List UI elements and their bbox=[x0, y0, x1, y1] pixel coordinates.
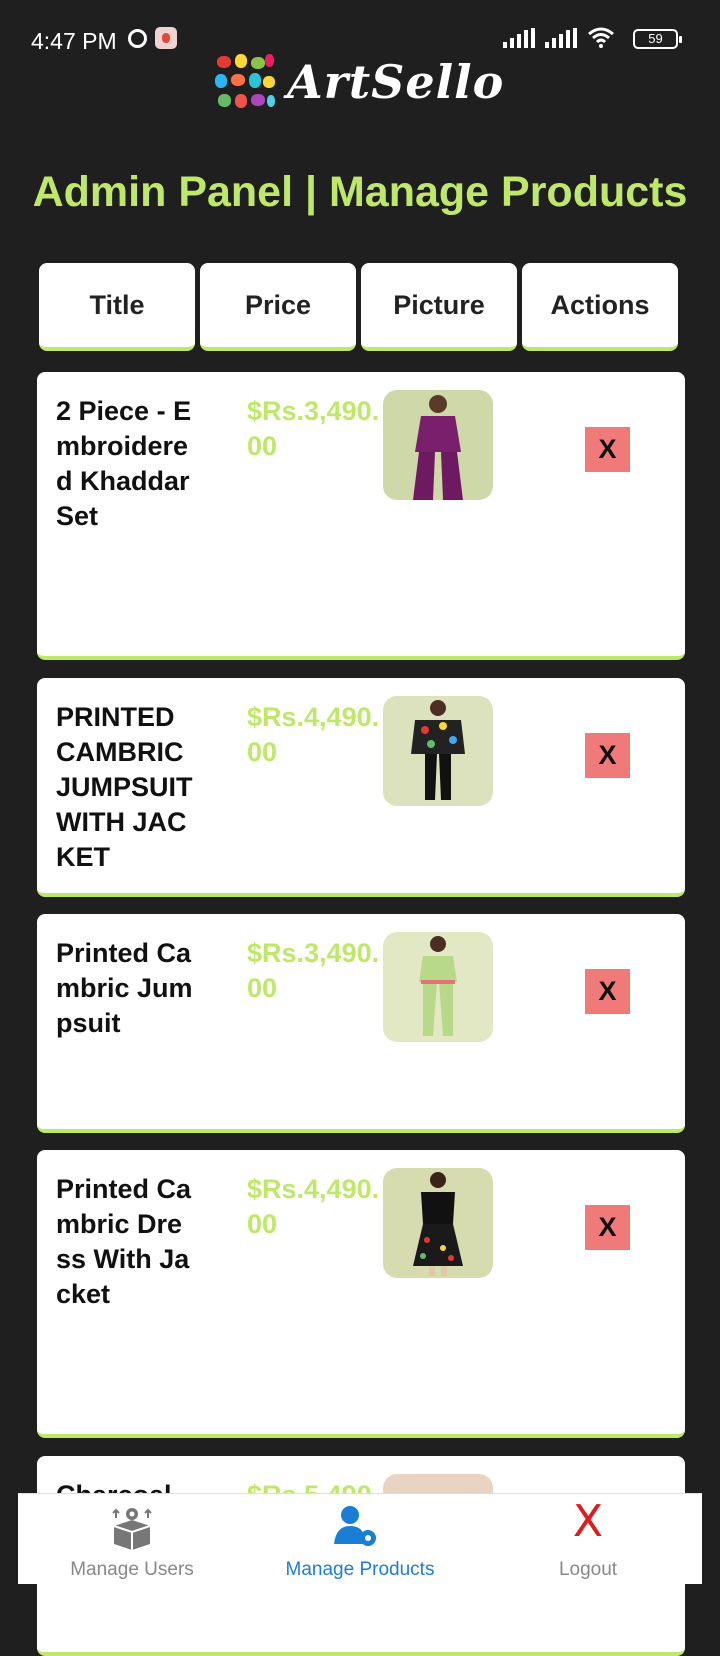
table-row: Printed Cambric Jumpsuit $Rs.3,490.00 X bbox=[37, 914, 685, 1133]
product-price: $Rs.3,490.00 bbox=[247, 396, 380, 461]
nav-label: Logout bbox=[558, 1559, 618, 1580]
app-notification-icon bbox=[155, 27, 177, 49]
product-title: PRINTED CAMBRIC JUMPSUIT WITH JACKET bbox=[56, 702, 193, 872]
status-time: 4:47 PM bbox=[31, 28, 117, 54]
product-price: $Rs.3,490.00 bbox=[247, 938, 380, 1003]
column-header-title: Title bbox=[39, 263, 195, 351]
product-title: 2 Piece - Embroidered Khaddar Set bbox=[56, 396, 192, 531]
product-title: Printed Cambric Dress With Jacket bbox=[56, 1174, 192, 1309]
table-row: 2 Piece - Embroidered Khaddar Set $Rs.3,… bbox=[37, 372, 685, 660]
logo-mark-icon bbox=[215, 54, 275, 110]
signal-icon-2 bbox=[545, 26, 577, 48]
product-image bbox=[383, 696, 493, 806]
delete-button[interactable]: X bbox=[585, 427, 630, 472]
product-price: $Rs.4,490.00 bbox=[247, 702, 380, 767]
table-row: PRINTED CAMBRIC JUMPSUIT WITH JACKET $Rs… bbox=[37, 678, 685, 897]
product-image bbox=[383, 1168, 493, 1278]
bottom-navigation: Manage Users Manage Products X Logout bbox=[18, 1493, 702, 1584]
signal-icon bbox=[503, 26, 535, 48]
column-header-picture: Picture bbox=[361, 263, 517, 351]
app-name: ArtSello bbox=[287, 55, 505, 109]
delete-button[interactable]: X bbox=[585, 733, 630, 778]
wifi-icon bbox=[588, 27, 614, 48]
page-title: Admin Panel | Manage Products bbox=[32, 168, 688, 216]
nav-label: Manage Products bbox=[285, 1559, 435, 1580]
delete-button[interactable]: X bbox=[585, 1205, 630, 1250]
nav-logout[interactable]: X Logout bbox=[474, 1494, 702, 1584]
app-logo: ArtSello bbox=[215, 54, 504, 110]
x-icon: X bbox=[572, 1496, 604, 1547]
table-row: Printed Cambric Dress With Jacket $Rs.4,… bbox=[37, 1150, 685, 1438]
column-header-price: Price bbox=[200, 263, 356, 351]
column-header-actions: Actions bbox=[522, 263, 678, 351]
alarm-icon bbox=[128, 28, 147, 48]
product-image bbox=[383, 390, 493, 500]
product-image bbox=[383, 932, 493, 1042]
nav-manage-users[interactable]: Manage Users bbox=[18, 1494, 246, 1584]
battery-icon: 59 bbox=[633, 29, 682, 49]
table-header: Title Price Picture Actions bbox=[39, 263, 678, 351]
box-gear-icon bbox=[112, 1508, 152, 1550]
user-gear-icon bbox=[334, 1506, 376, 1546]
nav-manage-products[interactable]: Manage Products bbox=[246, 1494, 474, 1584]
product-price: $Rs.4,490.00 bbox=[247, 1174, 380, 1239]
product-title: Printed Cambric Jumpsuit bbox=[56, 938, 193, 1038]
delete-button[interactable]: X bbox=[585, 969, 630, 1014]
nav-label: Manage Users bbox=[70, 1559, 194, 1580]
